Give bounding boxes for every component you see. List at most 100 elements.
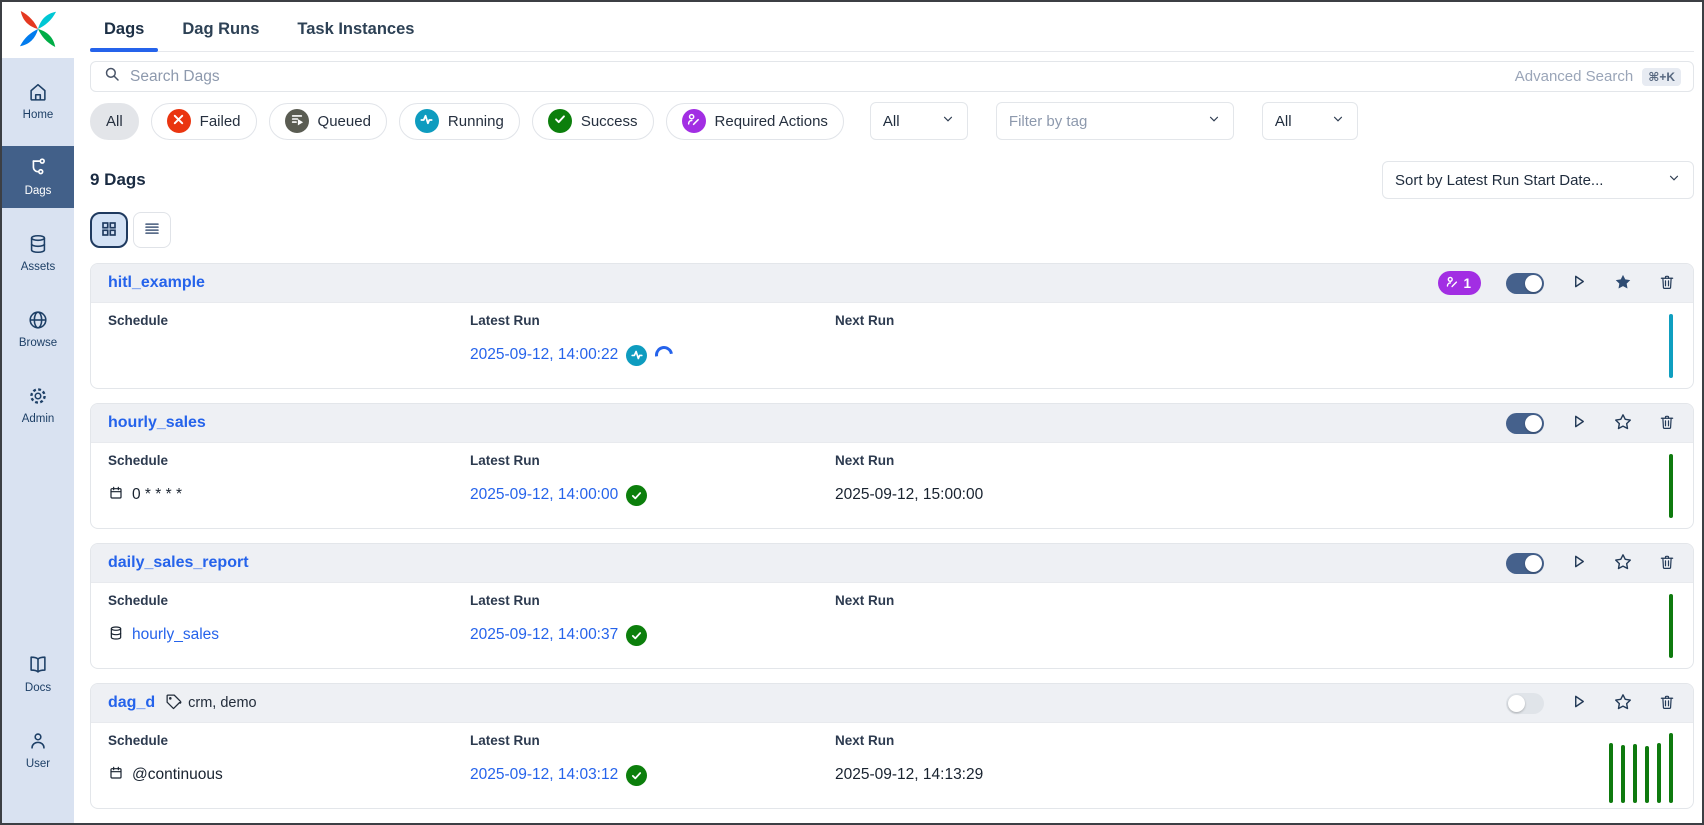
dag-name-link[interactable]: hourly_sales [108, 414, 206, 432]
schedule-label: Schedule [108, 733, 470, 748]
run-bar[interactable] [1669, 594, 1673, 658]
run-bar[interactable] [1657, 743, 1661, 803]
dag-count: 9 Dags [90, 170, 146, 190]
favorite-button[interactable] [1613, 552, 1633, 575]
latest-run-value: 2025-09-12, 14:00:37 [470, 623, 835, 647]
search-input[interactable] [130, 68, 1506, 86]
pause-toggle[interactable] [1506, 273, 1544, 294]
view-toggle-group [90, 212, 1694, 248]
schedule-text: @continuous [132, 766, 223, 784]
required-actions-icon [686, 112, 701, 131]
run-history-chart[interactable] [1609, 733, 1675, 805]
sidebar-item[interactable]: Browse [2, 298, 74, 360]
next-run-label: Next Run [835, 593, 1669, 608]
state-filter-chip[interactable]: Queued [269, 103, 387, 140]
advanced-search-label: Advanced Search [1515, 68, 1633, 85]
main-content: Dags Dag Runs Task Instances Advanced Se… [74, 2, 1702, 823]
schedule-filter-select[interactable]: All [870, 102, 968, 140]
state-filter-label: Success [581, 113, 638, 130]
sort-select[interactable]: Sort by Latest Run Start Date... [1382, 161, 1694, 199]
toggle-knob [1525, 415, 1542, 432]
required-actions-badge[interactable]: 1 [1438, 271, 1481, 295]
latest-run-link[interactable]: 2025-09-12, 14:00:37 [470, 626, 618, 644]
gear-icon [27, 385, 49, 407]
dag-name-link[interactable]: dag_d [108, 694, 155, 712]
run-bar[interactable] [1633, 744, 1637, 803]
state-filter-chip[interactable]: Success [532, 103, 654, 140]
sidebar-item[interactable]: User [2, 719, 74, 781]
run-bar[interactable] [1669, 314, 1673, 378]
run-bar[interactable] [1621, 745, 1625, 803]
trash-icon [1658, 413, 1676, 434]
home-icon [27, 81, 49, 103]
state-filter-chip[interactable]: Failed [151, 103, 257, 140]
sidebar-item[interactable]: Docs [2, 643, 74, 705]
pause-toggle[interactable] [1506, 693, 1544, 714]
state-filter-chip[interactable]: All [90, 103, 139, 140]
play-icon [1569, 552, 1588, 574]
run-bar[interactable] [1669, 454, 1673, 518]
delete-dag-button[interactable] [1658, 553, 1676, 574]
loading-spinner [652, 342, 677, 367]
tag-filter-select[interactable]: Filter by tag [996, 102, 1234, 140]
pause-toggle[interactable] [1506, 413, 1544, 434]
run-history-chart[interactable] [1669, 593, 1675, 660]
next-run-value [835, 343, 1669, 367]
sidebar-item[interactable]: Admin [2, 374, 74, 436]
chevron-down-icon [941, 112, 955, 130]
tab[interactable]: Task Instances [283, 14, 428, 51]
state-filter-label: Required Actions [715, 113, 828, 130]
dag-card-controls [1506, 412, 1676, 435]
grid-view-button[interactable] [90, 212, 128, 248]
delete-dag-button[interactable] [1658, 413, 1676, 434]
schedule-column: Schedule @continuous [108, 733, 470, 805]
latest-run-link[interactable]: 2025-09-12, 14:03:12 [470, 766, 618, 784]
favorite-button[interactable] [1613, 272, 1633, 295]
delete-dag-button[interactable] [1658, 273, 1676, 294]
favorite-button[interactable] [1613, 692, 1633, 715]
tab[interactable]: Dags [90, 14, 158, 51]
sidebar-item[interactable]: Home [2, 70, 74, 132]
toggle-knob [1525, 275, 1542, 292]
run-history-chart[interactable] [1669, 313, 1675, 380]
latest-run-link[interactable]: 2025-09-12, 14:00:22 [470, 346, 618, 364]
tab[interactable]: Dag Runs [168, 14, 273, 51]
latest-run-link[interactable]: 2025-09-12, 14:00:00 [470, 486, 618, 504]
latest-run-column: Latest Run 2025-09-12, 14:00:00 [470, 453, 835, 520]
trigger-dag-button[interactable] [1569, 552, 1588, 574]
delete-dag-button[interactable] [1658, 693, 1676, 714]
airflow-logo[interactable] [2, 2, 74, 58]
next-run-value: 2025-09-12, 15:00:00 [835, 483, 1669, 507]
dag-name-link[interactable]: hitl_example [108, 274, 205, 292]
trigger-dag-button[interactable] [1569, 412, 1588, 434]
run-bar[interactable] [1669, 733, 1673, 803]
sidebar-item-label: Docs [25, 682, 51, 694]
sidebar-item-label: Dags [25, 185, 52, 197]
state-filter-chips: All Failed [90, 103, 844, 140]
state-filter-label: Running [448, 113, 504, 130]
run-bar[interactable] [1609, 743, 1613, 803]
paused-filter-select[interactable]: All [1262, 102, 1358, 140]
advanced-search-link[interactable]: Advanced Search ⌘+K [1515, 68, 1681, 86]
dag-name-link[interactable]: daily_sales_report [108, 554, 249, 572]
shortcut-badge: ⌘+K [1642, 68, 1681, 86]
list-view-button[interactable] [133, 212, 171, 248]
calendar-icon [108, 485, 124, 506]
run-bar[interactable] [1645, 746, 1649, 803]
app-window: Home Dags [2, 2, 1702, 823]
running-status-icon [626, 345, 647, 366]
trigger-dag-button[interactable] [1569, 272, 1588, 294]
favorite-button[interactable] [1613, 412, 1633, 435]
schedule-value: @continuous [108, 763, 470, 787]
latest-run-label: Latest Run [470, 453, 835, 468]
run-history-chart[interactable] [1669, 453, 1675, 520]
state-filter-chip[interactable]: Running [399, 103, 520, 140]
dag-tags: crm, demo [165, 693, 257, 714]
sidebar-item[interactable]: Dags [2, 146, 74, 208]
state-filter-chip[interactable]: Required Actions [666, 103, 844, 140]
success-status-icon [626, 625, 647, 646]
trigger-dag-button[interactable] [1569, 692, 1588, 714]
sidebar-item[interactable]: Assets [2, 222, 74, 284]
play-icon [1569, 692, 1588, 714]
pause-toggle[interactable] [1506, 553, 1544, 574]
